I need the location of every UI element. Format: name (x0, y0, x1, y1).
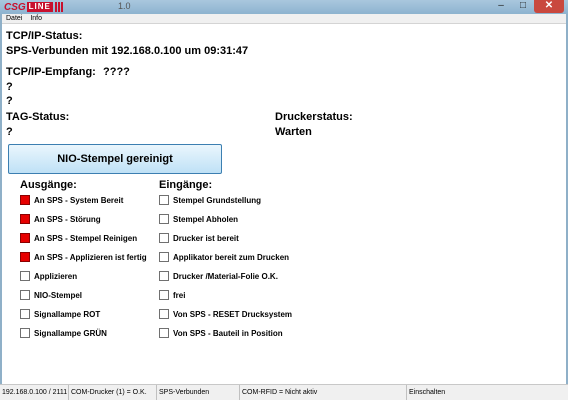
window-title: 1.0 (118, 1, 131, 11)
ausgang-row[interactable]: Signallampe GRÜN (20, 327, 107, 339)
menu-bar: Datei Info (2, 14, 566, 24)
csg-line-logo: CSG LINE (4, 1, 63, 13)
eingang-label: Drucker ist bereit (173, 233, 239, 243)
ausgang-checkbox[interactable] (20, 195, 30, 205)
status-bar: 192.168.0.100 / 2111 COM-Drucker (1) = O… (0, 384, 568, 400)
menu-datei[interactable]: Datei (2, 14, 26, 23)
ausgang-checkbox[interactable] (20, 328, 30, 338)
ausgang-label: Applizieren (34, 271, 78, 281)
ausgang-checkbox[interactable] (20, 309, 30, 319)
tag-status-label: TAG-Status: (6, 111, 70, 123)
tcpip-empfang-label: TCP/IP-Empfang: (6, 66, 96, 78)
window-controls: – □ ✕ (490, 0, 564, 13)
eingang-checkbox[interactable] (159, 290, 169, 300)
minimize-button[interactable]: – (490, 0, 512, 13)
eingang-checkbox[interactable] (159, 328, 169, 338)
ausgang-checkbox[interactable] (20, 233, 30, 243)
status-ip: 192.168.0.100 / 2111 (2, 389, 68, 396)
ausgang-row[interactable]: An SPS - Applizieren ist fertig (20, 251, 147, 263)
empfang-line-2: ? (6, 95, 13, 107)
menu-info[interactable]: Info (26, 14, 46, 23)
tcpip-status-value: SPS-Verbunden mit 192.168.0.100 um 09:31… (6, 45, 249, 57)
drucker-status-label: Druckerstatus: (275, 111, 353, 123)
ausgaenge-heading: Ausgänge: (20, 179, 77, 191)
eingang-label: Von SPS - Bauteil in Position (173, 328, 283, 338)
empfang-line-1: ? (6, 81, 13, 93)
eingang-row[interactable]: Applikator bereit zum Drucken (159, 251, 289, 263)
eingang-label: Drucker /Material-Folie O.K. (173, 271, 278, 281)
ausgang-label: An SPS - Störung (34, 214, 101, 224)
ausgang-label: Signallampe ROT (34, 309, 101, 319)
eingang-row[interactable]: Drucker /Material-Folie O.K. (159, 270, 278, 282)
ausgang-label: An SPS - Applizieren ist fertig (34, 252, 147, 262)
eingang-row[interactable]: frei (159, 289, 185, 301)
ausgang-checkbox[interactable] (20, 252, 30, 262)
ausgang-row[interactable]: An SPS - System Bereit (20, 194, 123, 206)
tag-status-value: ? (6, 126, 13, 138)
status-mode: Einschalten (406, 385, 445, 400)
ausgang-label: An SPS - System Bereit (34, 195, 124, 205)
ausgang-checkbox[interactable] (20, 290, 30, 300)
ausgang-row[interactable]: Applizieren (20, 270, 77, 282)
nio-stempel-gereinigt-button[interactable]: NIO-Stempel gereinigt (8, 144, 222, 174)
eingang-row[interactable]: Stempel Abholen (159, 213, 238, 225)
eingaenge-heading: Eingänge: (159, 179, 213, 191)
eingang-label: frei (173, 290, 186, 300)
tcpip-empfang-value: ???? (103, 66, 130, 78)
ausgang-label: An SPS - Stempel Reinigen (34, 233, 138, 243)
ausgang-label: Signallampe GRÜN (34, 328, 107, 338)
ausgang-row[interactable]: Signallampe ROT (20, 308, 100, 320)
close-button[interactable]: ✕ (534, 0, 564, 13)
eingang-row[interactable]: Drucker ist bereit (159, 232, 239, 244)
eingang-row[interactable]: Von SPS - RESET Drucksystem (159, 308, 292, 320)
maximize-button[interactable]: □ (512, 0, 534, 13)
eingang-row[interactable]: Von SPS - Bauteil in Position (159, 327, 283, 339)
ausgang-row[interactable]: NIO-Stempel (20, 289, 82, 301)
eingang-label: Stempel Abholen (173, 214, 239, 224)
eingang-row[interactable]: Stempel Grundstellung (159, 194, 261, 206)
drucker-status-value: Warten (275, 126, 312, 138)
eingang-checkbox[interactable] (159, 233, 169, 243)
eingang-checkbox[interactable] (159, 271, 169, 281)
eingang-checkbox[interactable] (159, 252, 169, 262)
eingang-checkbox[interactable] (159, 309, 169, 319)
eingang-label: Applikator bereit zum Drucken (173, 252, 290, 262)
title-bar: CSG LINE 1.0 – □ ✕ (0, 0, 568, 14)
status-sps: SPS-Verbunden (156, 385, 209, 400)
status-com-drucker: COM-Drucker (1) = O.K. (68, 385, 147, 400)
eingang-label: Stempel Grundstellung (173, 195, 262, 205)
ausgang-checkbox[interactable] (20, 271, 30, 281)
ausgang-row[interactable]: An SPS - Stempel Reinigen (20, 232, 137, 244)
eingang-checkbox[interactable] (159, 214, 169, 224)
ausgang-label: NIO-Stempel (34, 290, 83, 300)
status-com-rfid: COM-RFID = Nicht aktiv (239, 385, 317, 400)
tcpip-status-label: TCP/IP-Status: (6, 30, 83, 42)
ausgang-row[interactable]: An SPS - Störung (20, 213, 101, 225)
main-panel: TCP/IP-Status: SPS-Verbunden mit 192.168… (2, 24, 566, 384)
ausgang-checkbox[interactable] (20, 214, 30, 224)
eingang-label: Von SPS - RESET Drucksystem (173, 309, 292, 319)
eingang-checkbox[interactable] (159, 195, 169, 205)
